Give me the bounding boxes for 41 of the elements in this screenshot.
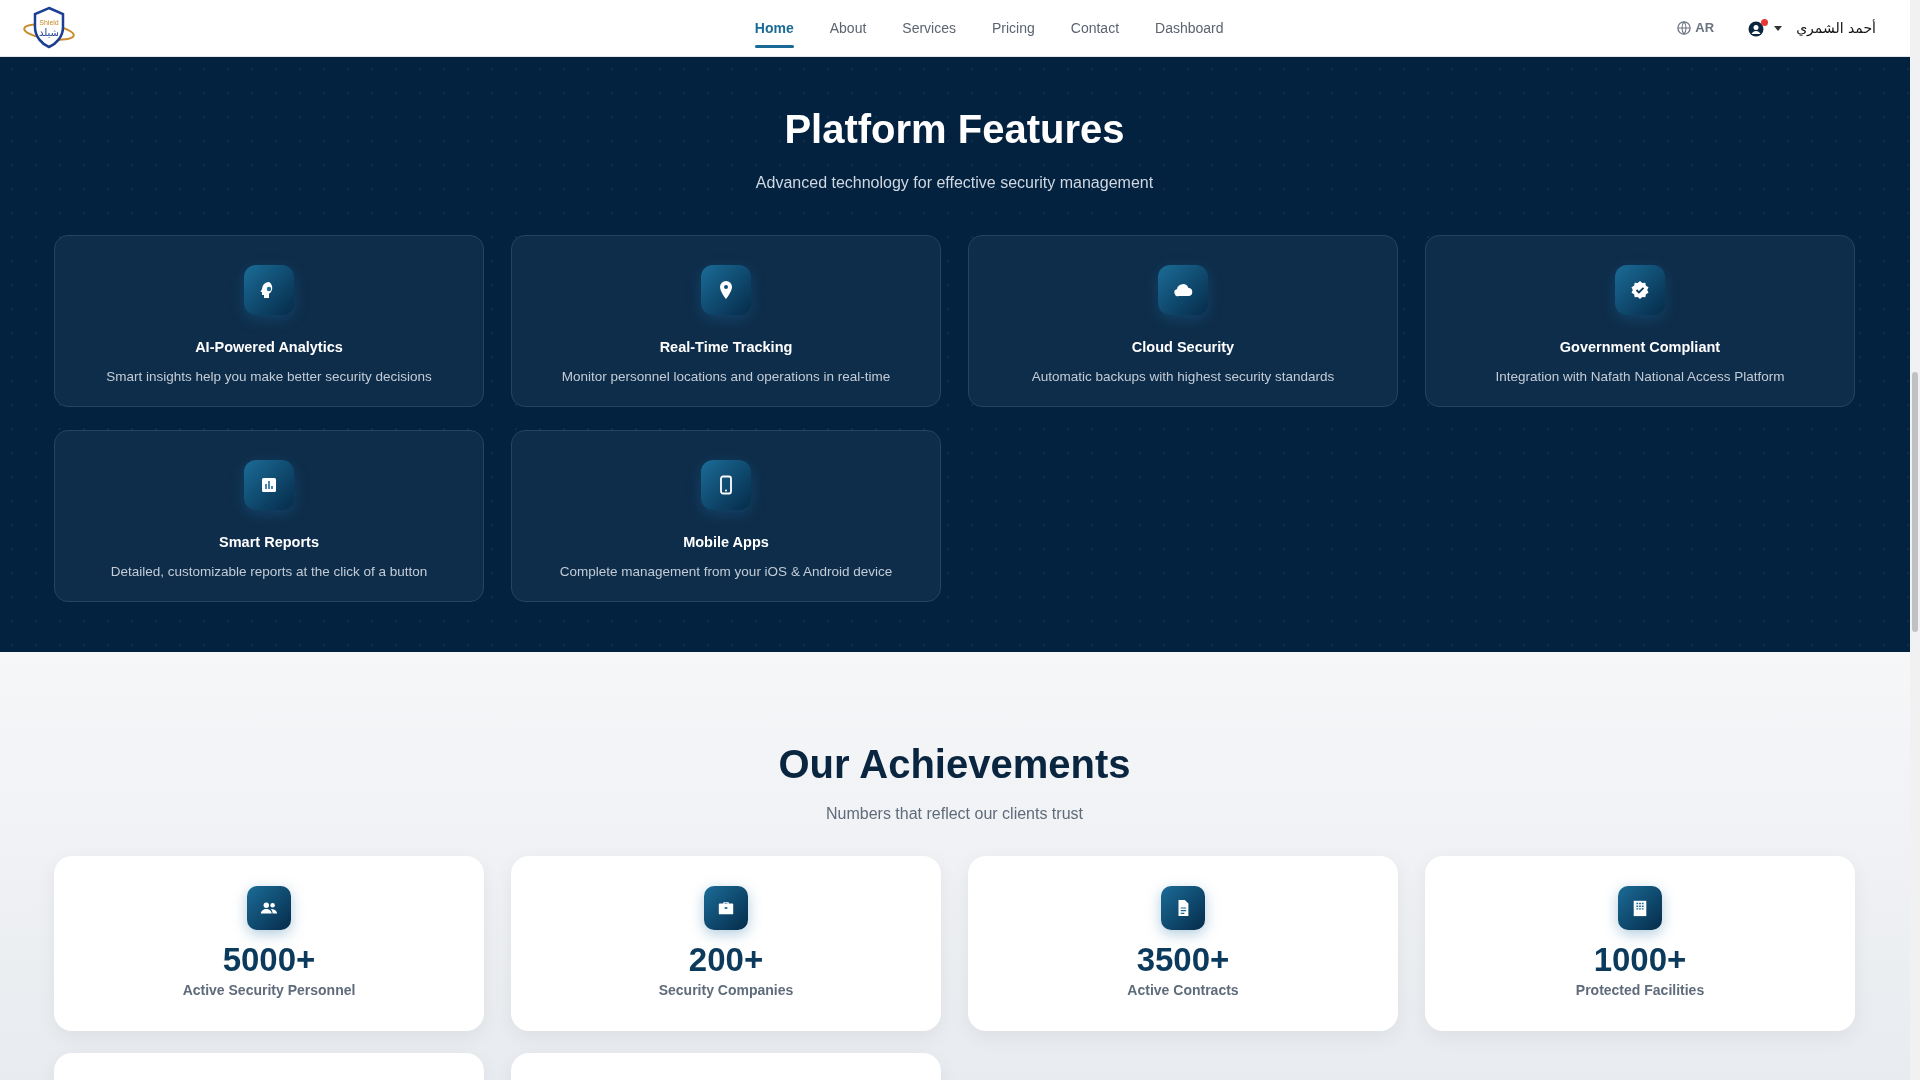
caret-icon — [1774, 25, 1783, 31]
feature-description: Integration with Nafath National Access Platform — [1495, 367, 1785, 386]
feature-description: Detailed, customizable reports at the click of a button — [110, 562, 428, 581]
stat-label: Active Contracts — [1127, 980, 1239, 1000]
stat-value: 5000+ — [222, 940, 316, 980]
feature-description: Monitor personnel locations and operations in real-time — [561, 367, 891, 386]
section-title: Platform Features — [783, 106, 1126, 153]
stat-value: 1000+ — [1593, 940, 1687, 980]
user-menu-button[interactable] — [1748, 19, 1783, 37]
nav-link[interactable]: Home — [736, 0, 812, 56]
globe-icon — [1677, 21, 1692, 35]
nav-link[interactable]: Contact — [1052, 0, 1138, 56]
nav-link[interactable]: Services — [884, 0, 974, 56]
check-badge-icon — [1630, 280, 1650, 300]
section-subtitle: Advanced technology for effective security management — [754, 173, 1155, 193]
nav-link[interactable]: Pricing — [974, 0, 1053, 56]
feature-title: AI-Powered Analytics — [195, 338, 343, 357]
feature-description: Smart insights help you make better security decisions — [106, 367, 432, 386]
section-title: Our Achievements — [777, 741, 1132, 788]
nav-link[interactable]: About — [811, 0, 885, 56]
feature-title: Government Compliant — [1559, 338, 1721, 357]
feature-title: Mobile Apps — [683, 533, 769, 552]
stat-value: 200+ — [688, 940, 764, 980]
feature-title: Real-Time Tracking — [659, 338, 793, 357]
nav-link[interactable]: Dashboard — [1137, 0, 1242, 56]
language-switcher[interactable]: AR — [1677, 18, 1715, 38]
section-subtitle: Numbers that reflect our clients trust — [825, 804, 1084, 824]
stat-label: Protected Facilities — [1575, 980, 1705, 1000]
user-name[interactable]: أحمد الشمري — [1796, 17, 1876, 39]
briefcase-icon — [717, 899, 735, 917]
stat-label: Active Security Personnel — [182, 980, 356, 1000]
bar-chart-icon — [259, 475, 279, 495]
feature-title: Smart Reports — [219, 533, 319, 552]
feature-title: Cloud Security — [1131, 338, 1235, 357]
user-icon — [1748, 21, 1765, 37]
feature-description: Automatic backups with highest security standards — [1031, 367, 1335, 386]
building-icon — [1631, 899, 1649, 917]
stat-label: Security Companies — [658, 980, 794, 1000]
logo-arabic-text: شيلد — [39, 27, 59, 38]
feature-description: Complete management from your iOS & Android device — [559, 562, 893, 581]
stat-value: 3500+ — [1136, 940, 1230, 980]
